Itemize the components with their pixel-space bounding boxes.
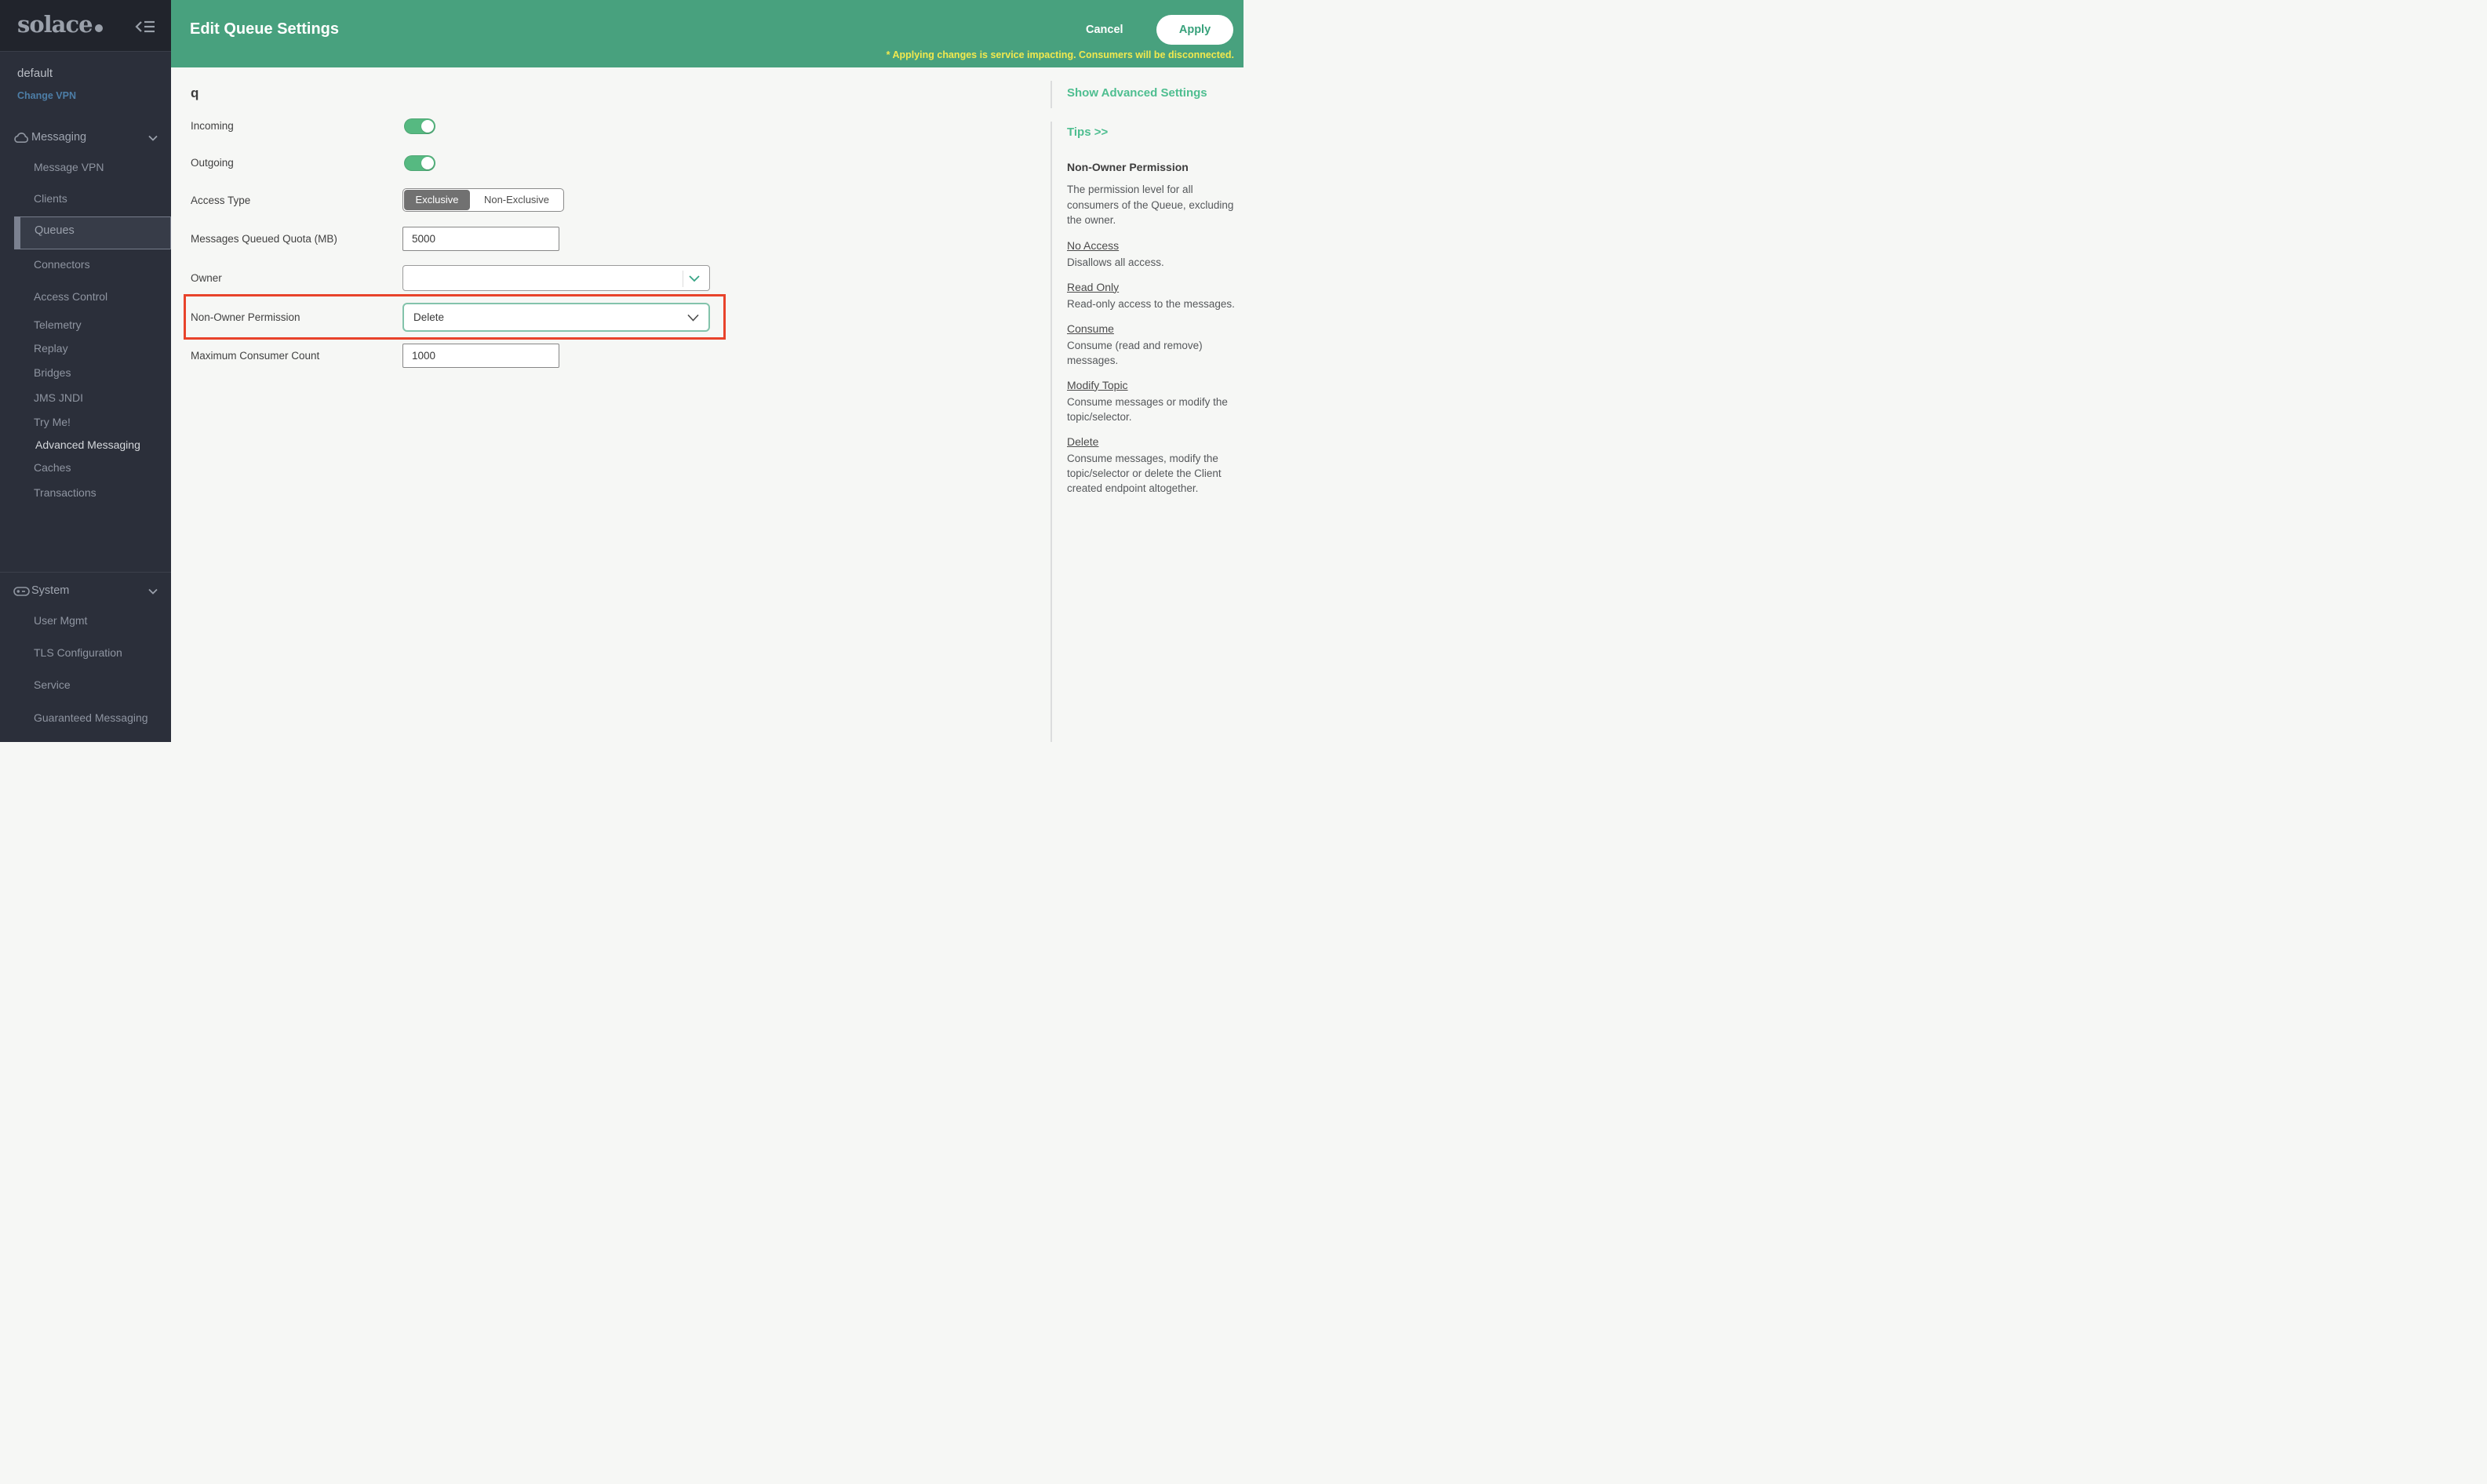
sidebar-item-connectors[interactable]: Connectors bbox=[34, 258, 90, 271]
tip-definition: Disallows all access. bbox=[1067, 255, 1238, 270]
tips-panel: Tips >> Non-Owner Permission The permiss… bbox=[1067, 125, 1238, 496]
collapse-sidebar-icon[interactable] bbox=[135, 19, 155, 35]
non-owner-permission-value: Delete bbox=[413, 304, 444, 330]
cloud-icon bbox=[13, 132, 29, 144]
incoming-toggle[interactable] bbox=[404, 118, 435, 134]
sidebar-item-message-vpn[interactable]: Message VPN bbox=[34, 161, 104, 173]
apply-warning-text: * Applying changes is service impacting.… bbox=[887, 49, 1234, 60]
logo-dot-icon bbox=[95, 24, 103, 32]
tip-term-no-access[interactable]: No Access bbox=[1067, 239, 1238, 252]
sidebar-item-caches[interactable]: Caches bbox=[34, 461, 71, 474]
owner-dropdown[interactable] bbox=[402, 265, 710, 291]
tip-term-consume[interactable]: Consume bbox=[1067, 322, 1238, 335]
chevron-down-icon bbox=[689, 275, 700, 282]
max-consumer-count-input[interactable] bbox=[402, 344, 559, 368]
sidebar-section-messaging[interactable]: Messaging bbox=[31, 131, 86, 144]
sidebar-item-transactions[interactable]: Transactions bbox=[34, 486, 96, 499]
access-type-label: Access Type bbox=[191, 195, 250, 206]
sidebar-item-replay[interactable]: Replay bbox=[34, 342, 68, 355]
sidebar-item-queues[interactable]: Queues bbox=[35, 224, 75, 237]
sidebar-item-advanced-messaging[interactable]: Advanced Messaging bbox=[35, 438, 140, 451]
sidebar-selected-bar bbox=[14, 216, 20, 249]
outgoing-toggle[interactable] bbox=[404, 155, 435, 171]
sidebar-item-access-control[interactable]: Access Control bbox=[34, 290, 107, 303]
tip-definition: Consume messages or modify the topic/sel… bbox=[1067, 395, 1238, 424]
tip-term-modify-topic[interactable]: Modify Topic bbox=[1067, 379, 1238, 391]
tip-term-delete[interactable]: Delete bbox=[1067, 435, 1238, 448]
max-consumer-count-label: Maximum Consumer Count bbox=[191, 350, 319, 362]
sidebar-item-guaranteed-messaging[interactable]: Guaranteed Messaging bbox=[34, 711, 148, 724]
chevron-down-icon bbox=[687, 314, 699, 322]
tips-heading: Non-Owner Permission bbox=[1067, 161, 1238, 173]
sidebar-item-bridges[interactable]: Bridges bbox=[34, 366, 71, 379]
cancel-button[interactable]: Cancel bbox=[1086, 24, 1123, 36]
sidebar bbox=[0, 0, 171, 742]
chevron-down-icon[interactable] bbox=[148, 135, 158, 141]
solace-logo: solace bbox=[17, 11, 103, 38]
sidebar-item-telemetry[interactable]: Telemetry bbox=[34, 318, 82, 331]
outgoing-label: Outgoing bbox=[191, 157, 234, 169]
tip-definition: Consume (read and remove) messages. bbox=[1067, 338, 1238, 368]
current-vpn-name: default bbox=[17, 67, 53, 80]
tips-description: The permission level for all consumers o… bbox=[1067, 182, 1238, 228]
sidebar-item-jms-jndi[interactable]: JMS JNDI bbox=[34, 391, 83, 404]
show-advanced-settings-link[interactable]: Show Advanced Settings bbox=[1067, 86, 1207, 100]
sidebar-divider bbox=[0, 572, 171, 573]
non-owner-permission-dropdown[interactable]: Delete bbox=[402, 303, 710, 332]
access-type-exclusive-button[interactable]: Exclusive bbox=[404, 190, 470, 210]
tip-definition: Consume messages, modify the topic/selec… bbox=[1067, 451, 1238, 496]
page-title: Edit Queue Settings bbox=[190, 20, 339, 38]
sidebar-section-system[interactable]: System bbox=[31, 584, 69, 597]
quota-label: Messages Queued Quota (MB) bbox=[191, 233, 337, 245]
tips-link[interactable]: Tips >> bbox=[1067, 125, 1238, 139]
incoming-label: Incoming bbox=[191, 120, 234, 132]
toggle-knob bbox=[421, 157, 434, 169]
chevron-down-icon[interactable] bbox=[148, 588, 158, 595]
tips-panel-divider bbox=[1051, 122, 1052, 742]
advanced-settings-divider bbox=[1051, 81, 1052, 108]
toggle-knob bbox=[421, 120, 434, 133]
tip-term-read-only[interactable]: Read Only bbox=[1067, 281, 1238, 293]
queue-name-heading: q bbox=[191, 85, 198, 101]
sidebar-item-clients[interactable]: Clients bbox=[34, 192, 67, 205]
access-type-non-exclusive-button[interactable]: Non-Exclusive bbox=[471, 190, 563, 210]
access-type-segmented-control: Exclusive Non-Exclusive bbox=[402, 188, 564, 212]
apply-button[interactable]: Apply bbox=[1156, 15, 1233, 45]
sidebar-item-user-mgmt[interactable]: User Mgmt bbox=[34, 614, 87, 627]
sidebar-item-service[interactable]: Service bbox=[34, 678, 71, 691]
sidebar-item-tls-configuration[interactable]: TLS Configuration bbox=[34, 646, 122, 659]
tip-definition: Read-only access to the messages. bbox=[1067, 296, 1238, 311]
owner-label: Owner bbox=[191, 272, 222, 284]
sidebar-item-try-me[interactable]: Try Me! bbox=[34, 416, 71, 428]
system-icon bbox=[13, 586, 30, 597]
change-vpn-link[interactable]: Change VPN bbox=[17, 90, 76, 101]
non-owner-permission-label: Non-Owner Permission bbox=[191, 311, 300, 323]
quota-input[interactable] bbox=[402, 227, 559, 251]
